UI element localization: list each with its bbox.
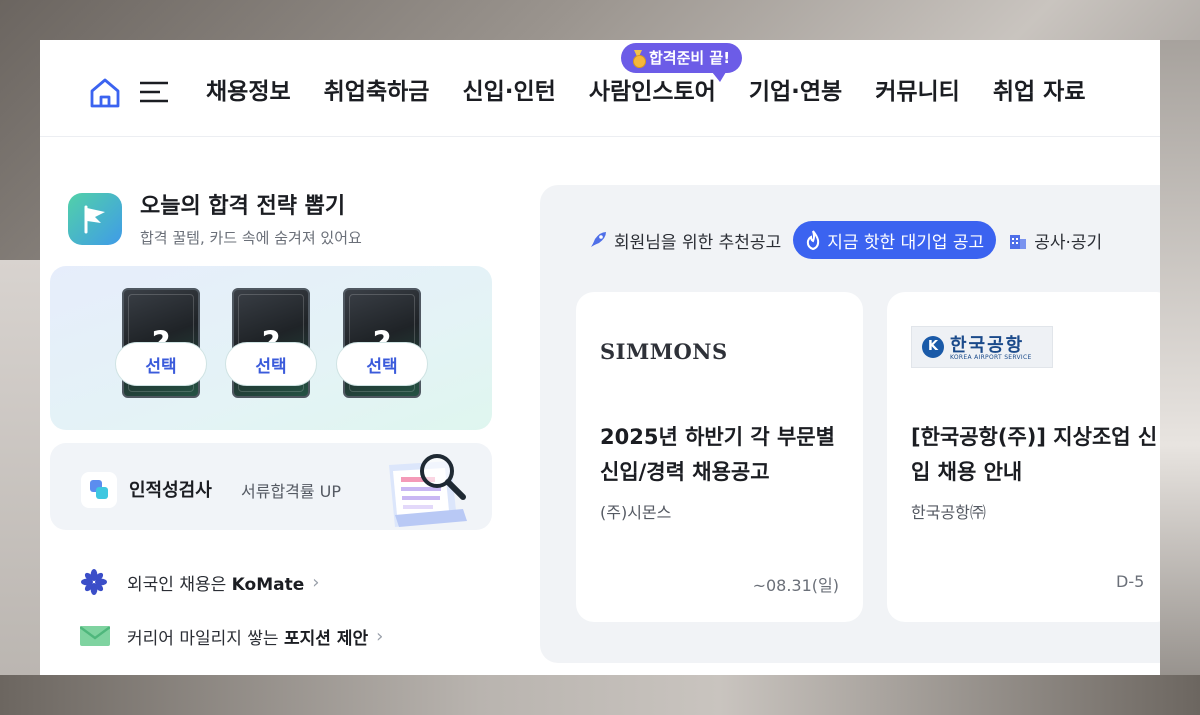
home-icon[interactable] <box>88 76 122 110</box>
tab-public-corp-label: 공사·공기 <box>1034 232 1103 253</box>
nav-item-company-salary[interactable]: 기업·연봉 <box>749 74 842 110</box>
rocket-icon <box>591 232 606 247</box>
nav-item-hiring-bonus[interactable]: 취업축하금 <box>324 74 430 110</box>
aptitude-title: 인적성검사 <box>129 480 212 501</box>
nav-item-entry-intern[interactable]: 신입·인턴 <box>462 74 555 110</box>
browser-screen: 채용정보 취업축하금 신입·인턴 사람인스토어 기업·연봉 커뮤니티 취업 자료… <box>40 40 1160 675</box>
position-offer-label: 커리어 마일리지 쌓는 포지션 제안 <box>127 628 369 649</box>
nav-item-store[interactable]: 사람인스토어 <box>589 74 716 110</box>
fire-icon <box>807 230 820 250</box>
medal-icon <box>631 50 646 68</box>
flag-icon <box>68 193 122 245</box>
tab-recommended-label: 회원님을 위한 추천공고 <box>614 232 782 253</box>
recommended-jobs-panel: 회원님을 위한 추천공고 지금 핫한 대기업 공고 공사·공기 SIMMONS <box>540 185 1160 663</box>
komate-link[interactable]: 외국인 채용은 KoMate › <box>80 567 319 597</box>
deadline: D-5 <box>1116 572 1145 591</box>
tab-hot-companies[interactable]: 지금 핫한 대기업 공고 <box>793 221 997 259</box>
chevron-right-icon: › <box>376 625 384 647</box>
envelope-icon <box>80 626 110 646</box>
kac-emblem-icon: K <box>922 336 944 358</box>
company-name: 한국공항㈜ <box>911 503 986 522</box>
card-draw-panel: ? ? ? 선택 선택 선택 <box>50 266 492 430</box>
tab-hot-companies-label: 지금 핫한 대기업 공고 <box>827 232 985 253</box>
nav-item-resources[interactable]: 취업 자료 <box>993 74 1086 110</box>
company-logo: K 한국공항 KOREA AIRPORT SERVICE <box>911 326 1053 368</box>
promo-badge-label: 합격준비 끝! <box>649 49 731 67</box>
job-title: [한국공항(주)] 지상조업 신입 채용 안내 <box>911 425 1158 484</box>
komate-link-label: 외국인 채용은 KoMate <box>127 574 305 595</box>
nav-item-jobs[interactable]: 채용정보 <box>206 74 291 110</box>
logo-subtitle: KOREA AIRPORT SERVICE <box>950 354 1032 361</box>
magnifier-document-icon <box>375 451 492 530</box>
select-card-button[interactable]: 선택 <box>115 342 207 386</box>
company-name: (주)시몬스 <box>600 503 672 522</box>
promo-badge[interactable]: 합격준비 끝! <box>621 43 743 82</box>
position-offer-link[interactable]: 커리어 마일리지 쌓는 포지션 제안 › <box>80 621 383 651</box>
aptitude-subtitle: 서류합격률 UP <box>241 482 342 501</box>
job-card[interactable]: SIMMONS 2025년 하반기 각 부문별 신입/경력 채용공고 (주)시몬… <box>576 292 863 622</box>
sparkle-icon <box>81 569 107 595</box>
tab-public-corp[interactable]: 공사·공기 <box>1008 228 1102 253</box>
puzzle-icon <box>81 472 117 508</box>
job-title: 2025년 하반기 각 부문별 신입/경력 채용공고 <box>600 425 835 484</box>
company-logo: SIMMONS <box>600 339 728 364</box>
deadline: ~08.31(일) <box>752 576 839 595</box>
aptitude-test-banner[interactable]: 인적성검사 서류합격률 UP <box>50 443 492 530</box>
nav-item-community[interactable]: 커뮤니티 <box>875 74 960 110</box>
top-navigation: 채용정보 취업축하금 신입·인턴 사람인스토어 기업·연봉 커뮤니티 취업 자료… <box>40 40 1160 137</box>
main-menu: 채용정보 취업축하금 신입·인턴 사람인스토어 기업·연봉 커뮤니티 취업 자료 <box>206 74 1119 110</box>
hamburger-menu-icon[interactable] <box>138 78 172 108</box>
job-card[interactable]: K 한국공항 KOREA AIRPORT SERVICE [한국공항(주)] 지… <box>887 292 1160 622</box>
building-icon <box>1010 235 1027 249</box>
badge-tail <box>712 72 727 82</box>
job-filter-tabs: 회원님을 위한 추천공고 지금 핫한 대기업 공고 공사·공기 <box>588 221 1102 259</box>
strategy-title: 오늘의 합격 전략 뽑기 <box>140 194 346 219</box>
select-card-button[interactable]: 선택 <box>225 342 317 386</box>
background-photo <box>1160 40 1200 715</box>
strategy-subtitle: 합격 꿀템, 카드 속에 숨겨져 있어요 <box>140 229 362 247</box>
tab-recommended[interactable]: 회원님을 위한 추천공고 <box>588 228 781 253</box>
select-card-button[interactable]: 선택 <box>336 342 428 386</box>
background-photo <box>0 675 1200 715</box>
chevron-right-icon: › <box>312 571 320 593</box>
